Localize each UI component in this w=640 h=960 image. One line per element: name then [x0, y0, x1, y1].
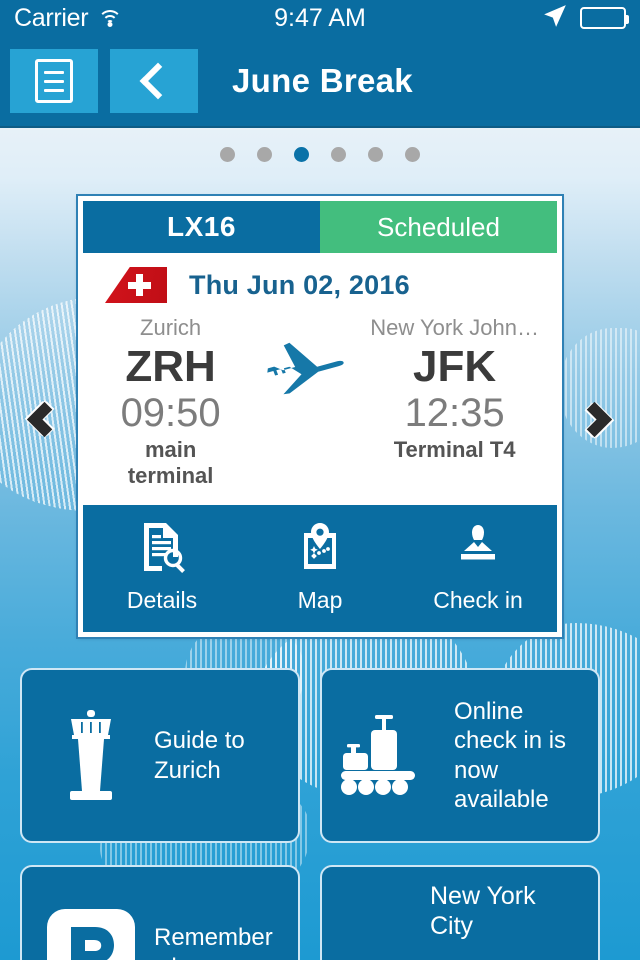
- tile-label: Guide to Zurich: [154, 727, 245, 784]
- next-arrow-icon[interactable]: [572, 396, 620, 444]
- pager-dot[interactable]: [368, 146, 383, 162]
- prev-arrow-icon[interactable]: [20, 396, 68, 444]
- carrier-label: Carrier: [14, 3, 89, 32]
- swiss-tailfin-icon: [105, 267, 167, 303]
- pager-dot-active[interactable]: [294, 146, 309, 162]
- check-in-label: Check in: [433, 587, 523, 614]
- flight-route: Zurich ZRH 09:50 main terminal New York …: [83, 309, 557, 506]
- airplane-icon: [240, 315, 370, 407]
- check-in-desk-icon: [454, 521, 502, 579]
- arrival-code: JFK: [413, 342, 497, 391]
- flight-status-badge: Scheduled: [320, 201, 557, 253]
- back-button[interactable]: [110, 49, 198, 113]
- main-content: LX16 Scheduled Thu Jun 02, 2016 Zurich Z…: [0, 128, 640, 960]
- map-pin-icon: [296, 521, 344, 579]
- wifi-icon: [97, 8, 123, 28]
- control-tower-icon: [36, 706, 146, 806]
- departure-block: Zurich ZRH 09:50 main terminal: [101, 315, 240, 489]
- map-label: Map: [297, 587, 343, 614]
- pager-dot[interactable]: [405, 146, 420, 162]
- navigation-bar: June Break: [0, 36, 640, 128]
- flight-date-row: Thu Jun 02, 2016: [83, 253, 557, 309]
- flight-date: Thu Jun 02, 2016: [189, 269, 410, 300]
- check-in-button[interactable]: Check in: [399, 521, 557, 614]
- arrival-city: New York John…: [370, 315, 539, 340]
- arrival-block: New York John… JFK 12:35 Terminal T4: [370, 315, 539, 463]
- status-bar-right: [542, 3, 629, 34]
- weather-city: New York City: [430, 882, 536, 940]
- tile-label: Remember where you: [154, 924, 273, 960]
- page-title: June Break: [232, 62, 413, 99]
- status-bar-left: Carrier: [14, 4, 123, 33]
- pager-dot[interactable]: [220, 146, 235, 162]
- location-arrow-icon: [542, 3, 568, 34]
- chevron-left-icon: [139, 62, 177, 100]
- cloud-icon: [330, 936, 500, 960]
- luggage-belt-icon: [336, 713, 446, 799]
- map-button[interactable]: Map: [241, 521, 399, 614]
- details-label: Details: [126, 587, 198, 614]
- carousel-pager: [0, 128, 640, 180]
- tile-weather[interactable]: New York City 27°C: [320, 865, 600, 960]
- arrival-terminal: Terminal T4: [393, 437, 516, 463]
- flight-card-actions: Details Map Check in: [83, 505, 557, 633]
- battery-full-icon: [580, 7, 629, 29]
- parking-p-icon: [36, 905, 146, 960]
- tile-parking-reminder[interactable]: Remember where you: [20, 865, 300, 960]
- departure-code: ZRH: [125, 342, 216, 391]
- tile-grid: Guide to Zurich Online check in is now a…: [0, 668, 640, 960]
- flight-card[interactable]: LX16 Scheduled Thu Jun 02, 2016 Zurich Z…: [76, 193, 564, 640]
- list-menu-icon: [35, 59, 73, 103]
- flight-card-header: LX16 Scheduled: [83, 201, 557, 253]
- arrival-time: 12:35: [404, 390, 505, 435]
- tile-label: Online check in is now available: [454, 697, 567, 813]
- departure-time: 09:50: [120, 390, 221, 435]
- menu-button[interactable]: [10, 49, 98, 113]
- document-search-icon: [138, 521, 186, 579]
- flight-number: LX16: [83, 201, 320, 253]
- pager-dot[interactable]: [331, 146, 346, 162]
- departure-terminal: main terminal: [127, 437, 214, 489]
- tile-guide-to-zurich[interactable]: Guide to Zurich: [20, 668, 300, 843]
- status-bar: Carrier 9:47 AM: [0, 0, 640, 36]
- departure-city: Zurich: [140, 315, 202, 340]
- details-button[interactable]: Details: [83, 521, 241, 614]
- pager-dot[interactable]: [257, 146, 272, 162]
- tile-online-check-in[interactable]: Online check in is now available: [320, 668, 600, 843]
